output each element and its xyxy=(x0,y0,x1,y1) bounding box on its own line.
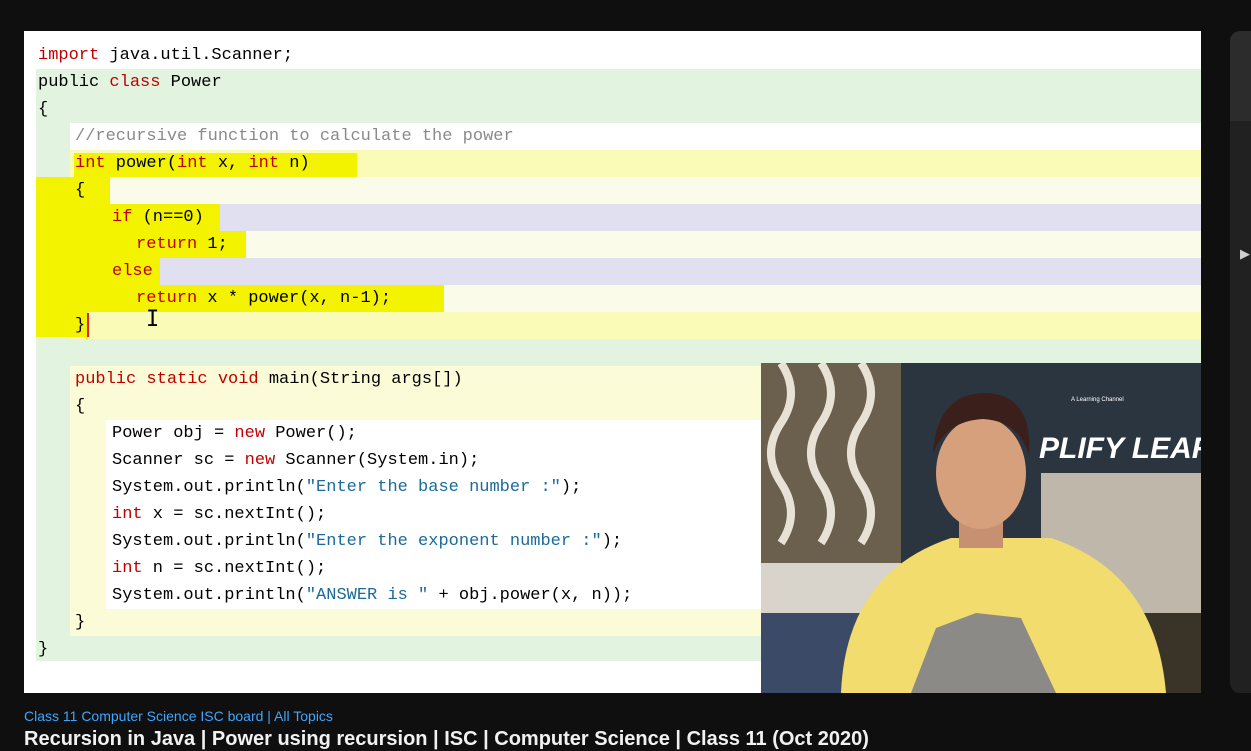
code-token: new xyxy=(234,424,266,443)
code-token: return xyxy=(136,235,198,254)
code-token: n = sc.nextInt(); xyxy=(142,559,327,578)
video-title: Recursion in Java | Power using recursio… xyxy=(24,728,869,750)
code-token: public xyxy=(38,73,110,92)
code-line: } xyxy=(75,609,85,636)
banner-small: A Learning Channel xyxy=(1071,397,1124,403)
code-line: System.out.println("Enter the base numbe… xyxy=(112,474,581,501)
code-token: { xyxy=(38,100,49,119)
code-token: //recursive function to calculate the po… xyxy=(75,127,514,146)
code-token: System.out.println( xyxy=(112,478,306,497)
code-line: { xyxy=(75,177,85,204)
code-token: return xyxy=(136,289,198,308)
code-line: return 1; xyxy=(136,231,228,258)
code-token: ); xyxy=(601,532,623,551)
code-line: Scanner sc = new Scanner(System.in); xyxy=(112,447,479,474)
code-line: public class Power xyxy=(38,69,222,96)
code-line: //recursive function to calculate the po… xyxy=(75,123,514,150)
code-token: "Enter the base number :" xyxy=(305,478,561,497)
closing-row-bg xyxy=(70,312,1201,339)
code-token: x * power(x, n-1); xyxy=(197,289,392,308)
code-line: { xyxy=(38,96,48,123)
code-token: ); xyxy=(560,478,582,497)
code-token: Scanner(System.in); xyxy=(275,451,480,470)
code-token: Power(); xyxy=(265,424,357,443)
code-line: System.out.println("Enter the exponent n… xyxy=(112,528,622,555)
code-token: Power obj = xyxy=(112,424,235,443)
code-token: int xyxy=(75,154,106,173)
code-token: Power xyxy=(160,73,222,92)
code-token: new xyxy=(244,451,276,470)
code-line: int x = sc.nextInt(); xyxy=(112,501,326,528)
code-line: return x * power(x, n-1); xyxy=(136,285,391,312)
video-hashtags-link[interactable]: Class 11 Computer Science ISC board | Al… xyxy=(24,708,333,724)
code-token: int xyxy=(112,505,143,524)
code-token: int xyxy=(177,154,208,173)
code-line: int n = sc.nextInt(); xyxy=(112,555,326,582)
code-token: power( xyxy=(105,154,178,173)
code-token: } xyxy=(75,316,86,335)
code-token: Scanner sc = xyxy=(112,451,245,470)
code-token: 1; xyxy=(197,235,228,254)
code-line: public static void main(String args[]) xyxy=(75,366,463,393)
banner-text: PLIFY LEARNI xyxy=(1039,432,1201,465)
play-arrow-icon[interactable]: ▶ xyxy=(1240,247,1250,262)
sidebar-header xyxy=(1230,31,1251,121)
code-token: int xyxy=(112,559,143,578)
code-token: { xyxy=(75,181,86,200)
code-line: } xyxy=(75,312,85,339)
code-token: int xyxy=(248,154,280,173)
code-token: if xyxy=(112,208,133,227)
code-line: System.out.println("ANSWER is " + obj.po… xyxy=(112,582,632,609)
code-token: "ANSWER is " xyxy=(305,586,429,605)
code-token: + obj.power(x, n)); xyxy=(428,586,633,605)
code-line: int power(int x, int n) xyxy=(75,150,310,177)
code-token: { xyxy=(75,397,86,416)
if-row-bg xyxy=(108,204,1201,231)
code-token: main(String args[]) xyxy=(258,370,463,389)
code-token: } xyxy=(38,640,49,659)
code-token: class xyxy=(109,73,161,92)
code-token: x = sc.nextInt(); xyxy=(142,505,327,524)
code-token: } xyxy=(75,613,86,632)
text-cursor xyxy=(87,313,89,337)
code-token: System.out.println( xyxy=(112,532,306,551)
code-token: (n==0) xyxy=(132,208,204,227)
code-token: public static void xyxy=(75,370,259,389)
video-player[interactable]: import java.util.Scanner; public class P… xyxy=(24,31,1201,693)
code-line: { xyxy=(75,393,85,420)
code-line: Power obj = new Power(); xyxy=(112,420,357,447)
code-token: System.out.println( xyxy=(112,586,306,605)
code-line: if (n==0) xyxy=(112,204,204,231)
presenter-image: A Learning Channel PLIFY LEARNI xyxy=(761,363,1201,693)
code-token: java.util.Scanner; xyxy=(99,46,294,65)
code-token: import xyxy=(38,46,100,65)
code-token: n) xyxy=(279,154,310,173)
else-row-bg xyxy=(108,258,1201,285)
webcam-overlay: A Learning Channel PLIFY LEARNI xyxy=(761,363,1201,693)
sidebar-panel: ▶ xyxy=(1230,31,1251,693)
code-line: } xyxy=(38,636,48,663)
code-token: else xyxy=(112,262,153,281)
code-token: "Enter the exponent number :" xyxy=(305,532,602,551)
code-token: x, xyxy=(207,154,249,173)
ibeam-cursor-icon: I xyxy=(146,307,160,332)
code-line: else xyxy=(112,258,153,285)
code-line: import java.util.Scanner; xyxy=(38,42,293,69)
